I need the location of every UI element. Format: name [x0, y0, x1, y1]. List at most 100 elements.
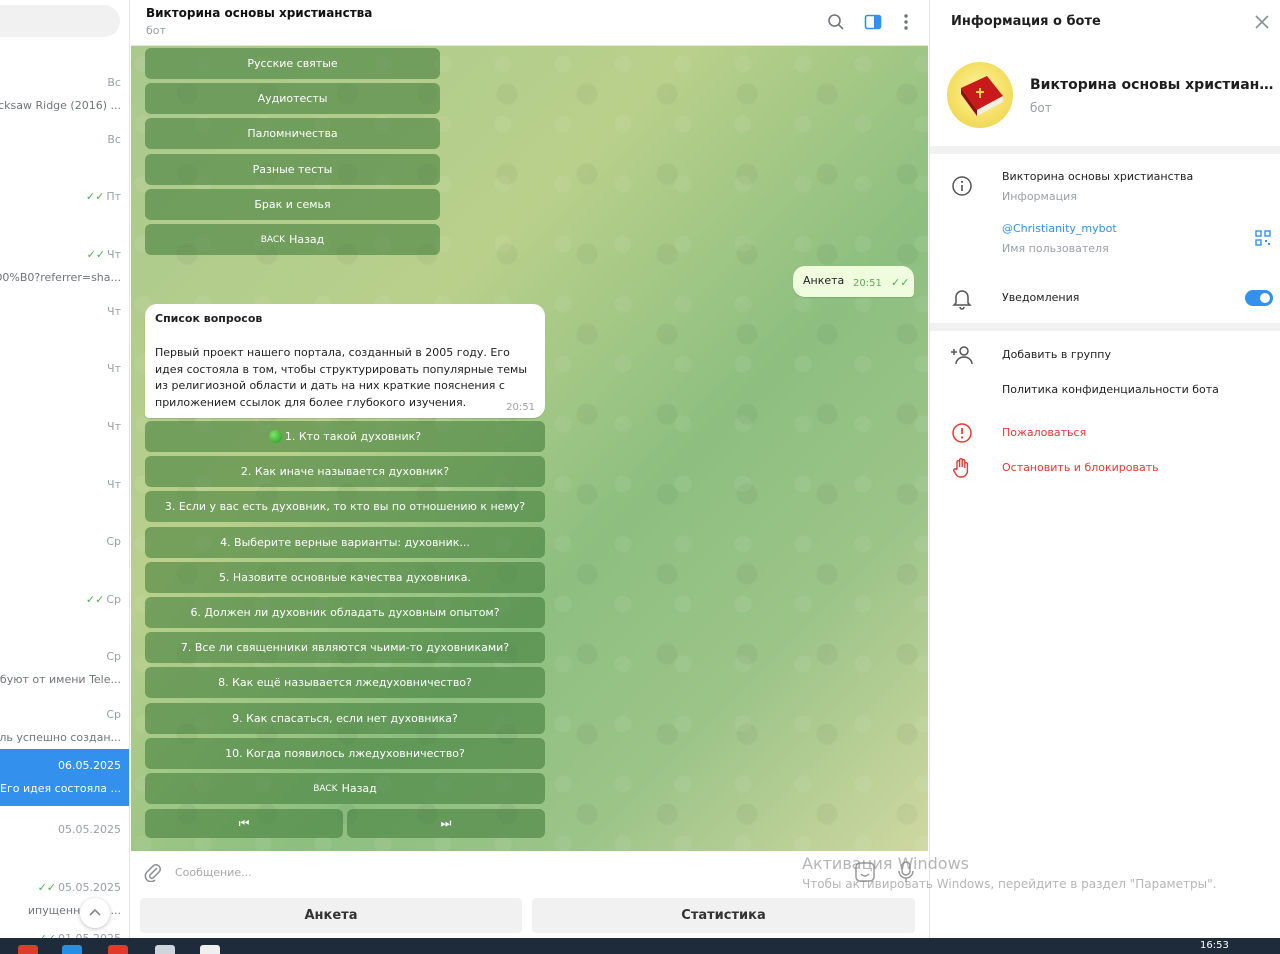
add-to-group-label: Добавить в группу: [1002, 348, 1112, 361]
inline-button[interactable]: Аудиотесты: [145, 83, 440, 115]
question-button[interactable]: 4. Выберите верные варианты: духовник...: [145, 526, 545, 558]
chat-list-item[interactable]: Вс acksaw Ridge (2016) ...: [0, 66, 129, 123]
more-icon: [904, 14, 908, 30]
question-button[interactable]: 7. Все ли священники являются чьими-то д…: [145, 632, 545, 664]
chat-date: Ср: [106, 650, 121, 663]
chat-list-item[interactable]: 06.05.2025 . Его идея состояла ...: [0, 749, 129, 806]
green-circle-icon: [268, 430, 282, 443]
divider: [930, 323, 1280, 331]
inline-button[interactable]: Брак и семья: [145, 188, 440, 220]
chat-list-item[interactable]: Чт: [0, 410, 129, 467]
search-button[interactable]: [824, 10, 848, 34]
chrome-taskbar-icon[interactable]: [18, 945, 38, 954]
search-input[interactable]: [0, 5, 120, 37]
question-button[interactable]: 10. Когда появилось лжедуховничество?: [145, 737, 545, 769]
chat-list-item[interactable]: ✓✓ Чт D0%B0?referrer=sha...: [0, 238, 129, 295]
sticker-button[interactable]: [854, 861, 876, 886]
message-time: 20:51: [853, 278, 882, 289]
chat-list-item[interactable]: ✓✓01.05.2025: [0, 922, 129, 938]
chat-date: ✓✓ Пт: [86, 190, 121, 203]
chat-subtitle: бот: [146, 24, 166, 37]
app-taskbar-icon[interactable]: [155, 945, 175, 954]
attach-button[interactable]: [143, 862, 163, 885]
chat-snippet: ль успешно создан...: [0, 731, 121, 744]
app-taskbar-icon[interactable]: [108, 945, 128, 954]
sidebar-toggle-button[interactable]: [861, 10, 885, 34]
bell-icon: [952, 290, 972, 310]
chat-date-text: 06.05.2025: [58, 759, 121, 772]
chat-list-item[interactable]: Ср: [0, 525, 129, 582]
message-area: Русские святые Аудиотесты Паломничества Раз…: [131, 46, 928, 851]
chat-date-text: Ср: [106, 593, 121, 606]
question-button[interactable]: 5. Назовите основные качества духовника.: [145, 561, 545, 593]
question-button[interactable]: 6. Должен ли духовник обладать духовным …: [145, 597, 545, 628]
read-ticks-icon: ✓✓: [891, 276, 910, 289]
inline-button[interactable]: Русские святые: [145, 48, 440, 79]
prev-page-button[interactable]: ⏮: [145, 809, 343, 838]
avatar[interactable]: [947, 62, 1013, 128]
question-button-label: 5. Назовите основные качества духовника.: [218, 570, 472, 584]
chat-date: ✓✓ Чт: [87, 248, 121, 261]
reply-button-anketa[interactable]: Анкета: [140, 898, 522, 933]
notifications-toggle[interactable]: [1245, 290, 1273, 306]
scroll-up-button[interactable]: [80, 898, 110, 928]
next-page-button[interactable]: ⏭: [347, 809, 545, 838]
mic-button[interactable]: [896, 860, 916, 887]
chat-date: Чт: [107, 305, 121, 318]
more-button[interactable]: [894, 10, 918, 34]
question-button-label: 1. Кто такой духовник?: [284, 430, 422, 443]
chat-title[interactable]: Викторина основы христианства: [146, 6, 372, 20]
chat-date: ✓✓ 05.05.2025: [38, 881, 121, 894]
qr-icon: [1255, 230, 1271, 246]
chat-list-item[interactable]: ✓✓ Пт: [0, 180, 129, 237]
chat-list-item[interactable]: Вс: [0, 123, 129, 180]
chat-list-item[interactable]: Чт: [0, 468, 129, 525]
outgoing-message[interactable]: Анкета 20:51 ✓✓: [793, 266, 914, 297]
taskbar-clock[interactable]: 16:53: [1200, 940, 1229, 951]
question-button[interactable]: BACK Назад: [145, 773, 545, 804]
question-button[interactable]: 9. Как спасаться, если нет духовника?: [145, 702, 545, 734]
question-button-label: 3. Если у вас есть духовник, то кто вы п…: [164, 500, 526, 514]
question-button-label: 2. Как иначе называется духовник?: [240, 465, 450, 479]
chat-date-text: Вс: [107, 76, 121, 89]
chat-date: Ср: [106, 708, 121, 721]
question-button-label: Назад: [341, 782, 377, 795]
close-button[interactable]: [1250, 10, 1274, 34]
chat-list-item[interactable]: ✓✓ 05.05.2025 ипущенная ка...: [0, 871, 129, 928]
chat-list-item[interactable]: Ср ль успешно создан...: [0, 698, 129, 755]
inline-button-label: Назад: [289, 233, 325, 246]
chat-list-item[interactable]: ✓✓ Ср: [0, 583, 129, 640]
chat-date-text: Чт: [107, 362, 121, 375]
chat-date: Ср: [106, 535, 121, 548]
chat-date: Вс: [107, 76, 121, 89]
qr-button[interactable]: [1255, 230, 1271, 249]
chat-list-item[interactable]: Чт: [0, 352, 129, 409]
username-label: Имя пользователя: [1002, 242, 1109, 255]
question-button[interactable]: 8. Как ещё называется лжедуховничество?: [145, 667, 545, 699]
question-button[interactable]: 1. Кто такой духовник?: [145, 421, 545, 452]
question-button[interactable]: 3. Если у вас есть духовник, то кто вы п…: [145, 491, 545, 523]
question-button[interactable]: 2. Как иначе называется духовник?: [145, 456, 545, 488]
inline-button[interactable]: Паломничества: [145, 118, 440, 150]
block-label: Остановить и блокировать: [1002, 461, 1159, 474]
username-link[interactable]: @Christianity_mybot: [1002, 222, 1117, 235]
description-label: Информация: [1002, 190, 1077, 203]
telegram-taskbar-icon[interactable]: [62, 945, 82, 954]
app-taskbar-icon[interactable]: [200, 945, 220, 954]
reply-button-stats[interactable]: Статистика: [532, 898, 915, 933]
inline-button-label: Брак и семья: [254, 197, 331, 211]
bot-name: Викторина основы христианства: [1030, 77, 1276, 93]
read-ticks-icon: ✓✓: [37, 881, 57, 894]
message-body: Первый проект нашего портала, созданный …: [155, 346, 528, 409]
chat-snippet: acksaw Ridge (2016) ...: [0, 99, 121, 112]
message-input[interactable]: [175, 861, 735, 883]
bot-type-label: бот: [1030, 101, 1052, 115]
inline-button[interactable]: BACK Назад: [145, 224, 440, 255]
chat-list-item[interactable]: Чт: [0, 295, 129, 352]
inline-button[interactable]: Разные тесты: [145, 153, 440, 185]
attach-icon: [144, 864, 161, 883]
chat-list-item[interactable]: Ср буют от имени Tele...: [0, 640, 129, 697]
incoming-message[interactable]: Список вопросов Первый проект нашего пор…: [145, 304, 545, 418]
chat-list-item[interactable]: 05.05.2025: [0, 813, 129, 870]
inline-button-label: Паломничества: [247, 127, 338, 141]
